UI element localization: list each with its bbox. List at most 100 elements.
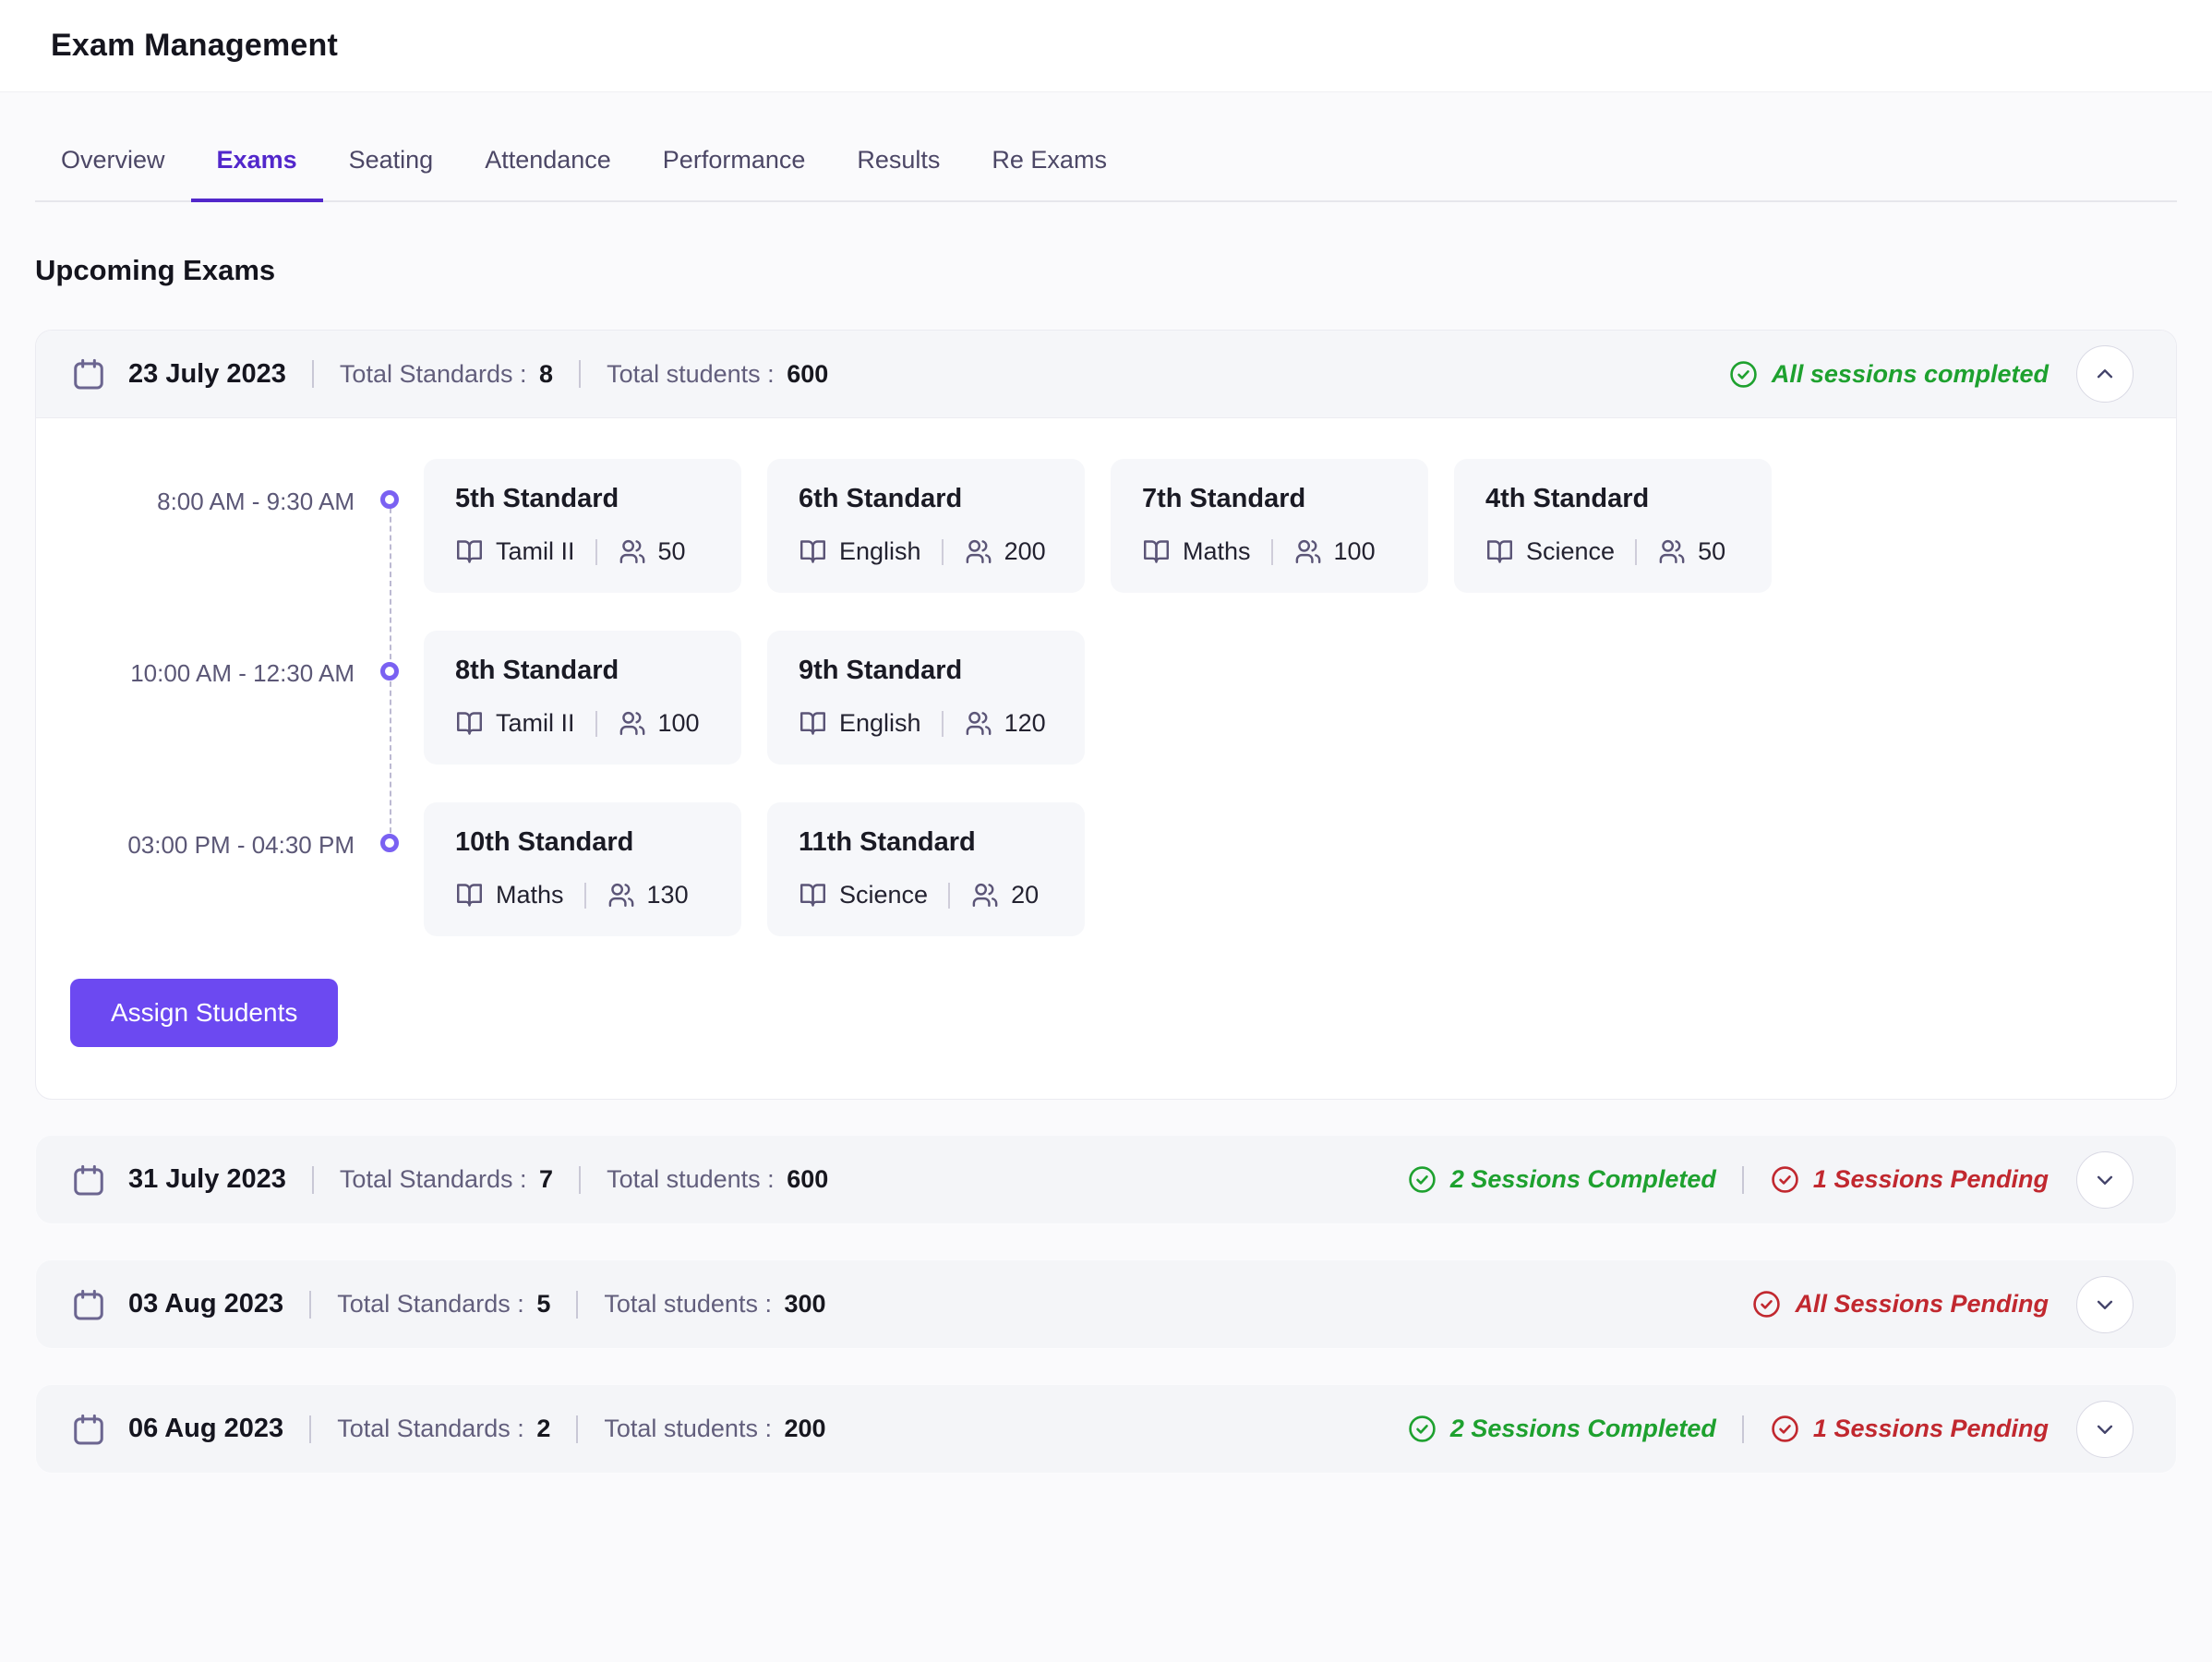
subject-name: English <box>839 709 921 738</box>
separator <box>595 711 597 737</box>
standard-card: 10th Standard Maths130 <box>424 802 741 936</box>
exam-card-header[interactable]: 31 July 2023Total Standards : 7Total stu… <box>36 1136 2176 1223</box>
chevron-down-icon <box>2091 1166 2119 1194</box>
separator <box>309 1291 311 1319</box>
check-circle-icon <box>1407 1414 1437 1444</box>
student-count: 120 <box>1004 709 1046 738</box>
timeline-dot <box>380 834 399 852</box>
student-count: 20 <box>1011 881 1039 909</box>
collapse-button[interactable] <box>2076 345 2134 403</box>
standard-card: 5th Standard Tamil II50 <box>424 459 741 593</box>
tab-attendance[interactable]: Attendance <box>459 129 637 202</box>
subject-name: Maths <box>1183 537 1251 566</box>
exam-card-header[interactable]: 06 Aug 2023Total Standards : 2Total stud… <box>36 1385 2176 1473</box>
standard-meta: English200 <box>799 537 1066 566</box>
exam-card-header[interactable]: 23 July 2023Total Standards : 8Total stu… <box>36 331 2176 418</box>
calendar-icon <box>71 1287 106 1322</box>
book-icon <box>455 881 484 909</box>
separator <box>942 711 944 737</box>
standard-meta: Tamil II50 <box>455 537 723 566</box>
tab-results[interactable]: Results <box>831 129 966 202</box>
status-text: 2 Sessions Completed <box>1450 1165 1716 1194</box>
check-circle-icon <box>1770 1414 1800 1444</box>
check-circle-icon <box>1728 359 1759 390</box>
standard-name: 10th Standard <box>455 827 723 858</box>
timeline-dot <box>380 490 399 509</box>
session-time: 8:00 AM - 9:30 AM <box>36 459 355 593</box>
tab-performance[interactable]: Performance <box>637 129 832 202</box>
standard-meta: Science50 <box>1485 537 1753 566</box>
assign-students-button[interactable]: Assign Students <box>70 979 338 1047</box>
separator <box>942 539 944 565</box>
student-count: 200 <box>1004 537 1046 566</box>
separator <box>579 1166 581 1194</box>
session-time: 10:00 AM - 12:30 AM <box>36 631 355 765</box>
tab-seating[interactable]: Seating <box>323 129 460 202</box>
status-text: 1 Sessions Pending <box>1813 1415 2049 1443</box>
top-bar: Exam Management <box>0 0 2212 92</box>
status-text: All sessions completed <box>1772 360 2049 389</box>
exam-date: 03 Aug 2023 <box>128 1289 283 1319</box>
standard-card: 7th Standard Maths 100 <box>1111 459 1428 593</box>
book-icon <box>799 881 827 909</box>
tab-re-exams[interactable]: Re Exams <box>966 129 1133 202</box>
tab-exams[interactable]: Exams <box>191 129 323 202</box>
sessions-timeline: 8:00 AM - 9:30 AM5th StandardTamil II506… <box>36 459 2139 936</box>
standard-meta: Science 20 <box>799 881 1066 909</box>
standard-name: 5th Standard <box>455 484 723 514</box>
page-title: Exam Management <box>51 28 338 64</box>
standard-meta: English 120 <box>799 709 1066 738</box>
check-circle-icon <box>1770 1164 1800 1195</box>
users-icon <box>1657 537 1686 566</box>
separator <box>1635 539 1637 565</box>
session-row: 03:00 PM - 04:30 PM 10th Standard Maths130… <box>36 802 2139 936</box>
section-title: Upcoming Exams <box>35 254 2177 287</box>
book-icon <box>455 709 484 738</box>
total-standards: Total Standards : 7 <box>340 1165 553 1194</box>
users-icon <box>607 881 635 909</box>
standard-meta: Maths130 <box>455 881 723 909</box>
student-count: 50 <box>658 537 686 566</box>
exam-date: 31 July 2023 <box>128 1164 286 1195</box>
student-count: 100 <box>1334 537 1376 566</box>
session-time: 03:00 PM - 04:30 PM <box>36 802 355 936</box>
separator <box>312 1166 314 1194</box>
users-icon <box>618 537 646 566</box>
exam-card: 31 July 2023Total Standards : 7Total stu… <box>35 1135 2177 1224</box>
tab-overview[interactable]: Overview <box>35 129 191 202</box>
book-icon <box>1485 537 1514 566</box>
separator <box>312 360 314 388</box>
session-status-danger: 1 Sessions Pending <box>1770 1414 2049 1444</box>
session-status-danger: All Sessions Pending <box>1751 1289 2049 1319</box>
chevron-down-icon <box>2091 1415 2119 1443</box>
upcoming-exams-list: 23 July 2023Total Standards : 8Total stu… <box>35 330 2177 1474</box>
calendar-icon <box>71 1162 106 1198</box>
book-icon <box>1142 537 1171 566</box>
total-standards: Total Standards : 8 <box>340 360 553 389</box>
status-text: All Sessions Pending <box>1795 1290 2049 1319</box>
book-icon <box>455 537 484 566</box>
student-count: 100 <box>658 709 700 738</box>
expand-button[interactable] <box>2076 1151 2134 1209</box>
standard-cards: 8th StandardTamil II1009th StandardEngli… <box>424 631 1085 765</box>
standard-name: 8th Standard <box>455 656 723 686</box>
separator <box>1742 1166 1744 1194</box>
separator <box>595 539 597 565</box>
subject-name: Science <box>839 881 928 909</box>
expand-button[interactable] <box>2076 1276 2134 1333</box>
standard-cards: 10th StandardMaths13011th StandardScienc… <box>424 802 1085 936</box>
timeline-node <box>355 459 424 593</box>
exam-card-header[interactable]: 03 Aug 2023Total Standards : 5Total stud… <box>36 1260 2176 1348</box>
expand-button[interactable] <box>2076 1401 2134 1458</box>
tab-bar: OverviewExamsSeatingAttendancePerformanc… <box>35 92 2177 202</box>
session-status-danger: 1 Sessions Pending <box>1770 1164 2049 1195</box>
standard-name: 7th Standard <box>1142 484 1410 514</box>
book-icon <box>799 537 827 566</box>
exam-card: 03 Aug 2023Total Standards : 5Total stud… <box>35 1259 2177 1349</box>
separator <box>584 883 586 909</box>
calendar-icon <box>71 356 106 391</box>
chevron-down-icon <box>2091 1291 2119 1319</box>
session-row: 8:00 AM - 9:30 AM5th StandardTamil II506… <box>36 459 2139 593</box>
users-icon <box>964 709 992 738</box>
separator <box>576 1291 578 1319</box>
